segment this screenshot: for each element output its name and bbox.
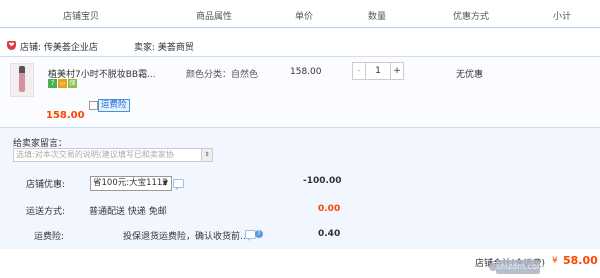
qty-input[interactable]: 1 [366, 63, 390, 79]
insurance-checkbox[interactable] [89, 101, 98, 110]
scroll-arrow-icon[interactable]: ⇕ [201, 149, 212, 161]
header-item: 店铺宝贝 [63, 12, 100, 22]
header-subtotal: 小计 [553, 12, 572, 22]
seven-day-return-badge[interactable]: 7 [48, 79, 57, 88]
cart-item-row: 植美村7小时不脱妆BB霜... 7 ▭ 保 颜色分类：自然色 158.00 无优惠 … [0, 56, 600, 127]
header-qty: 数量 [368, 12, 387, 22]
watermark: smzdm.com [496, 260, 545, 274]
seller-name-link[interactable]: 卖家: 美荟商贸 [134, 40, 194, 53]
header-price: 单价 [295, 12, 314, 22]
order-options-panel: 给卖家留言： 选填:对本次交易的说明(建议填写已和卖家协 ⇕ 店铺优惠: 省10… [0, 127, 600, 250]
shop-badge-icon: ❤ [7, 41, 16, 50]
coupon-label: 店铺优惠: [26, 180, 66, 190]
shop-line: ❤ 店铺: 传美荟企业店 卖家: 美荟商贸 [0, 36, 600, 56]
guarantee-badge[interactable]: 保 [68, 79, 77, 88]
cart-header: 店铺宝贝 商品属性 单价 数量 优惠方式 小计 [0, 0, 600, 28]
header-promo: 优惠方式 [453, 12, 490, 22]
insurance-amount: 0.40 [318, 229, 341, 239]
item-subtotal: 158.00 [46, 110, 85, 121]
promo-text: 无优惠 [456, 70, 484, 80]
shipping-amount: 0.00 [318, 204, 341, 214]
shop-total-amount: 58.00 [563, 254, 598, 267]
coupon-amount: -100.00 [303, 176, 342, 186]
seller-message-placeholder: 选填:对本次交易的说明(建议填写已和卖家协 [16, 150, 174, 159]
qty-minus-button[interactable]: - [353, 63, 366, 79]
insurance-tag: 运费险 [98, 99, 130, 112]
insurance-label: 运费险: [34, 232, 65, 242]
credit-card-badge[interactable]: ▭ [58, 79, 67, 88]
shipping-method: 普通配送 快递 免邮 [89, 207, 167, 217]
help-icon[interactable]: ? [255, 230, 263, 238]
seller-message-input[interactable]: 选填:对本次交易的说明(建议填写已和卖家协 ⇕ [13, 148, 213, 162]
quantity-stepper: - 1 + [352, 62, 404, 80]
shop-name-link[interactable]: 店铺: 传美荟企业店 [20, 40, 98, 53]
product-attribute: 颜色分类：自然色 [186, 70, 259, 80]
insurance-description: 投保退货运费险，确认收货前... [123, 232, 249, 242]
header-attr: 商品属性 [196, 12, 233, 22]
coupon-selected-value: 省100元:大宝1112 [93, 178, 168, 188]
unit-price: 158.00 [290, 67, 322, 77]
chevron-down-icon: ▼ [162, 179, 168, 187]
comment-icon[interactable] [173, 179, 184, 190]
currency-symbol: ¥ [552, 256, 558, 266]
coupon-select[interactable]: 省100元:大宝1112 ▼ [90, 176, 172, 191]
qty-plus-button[interactable]: + [390, 63, 403, 79]
service-badges: 7 ▭ 保 [48, 79, 78, 89]
product-thumbnail[interactable] [10, 63, 34, 97]
shipping-label: 运送方式: [26, 207, 66, 217]
